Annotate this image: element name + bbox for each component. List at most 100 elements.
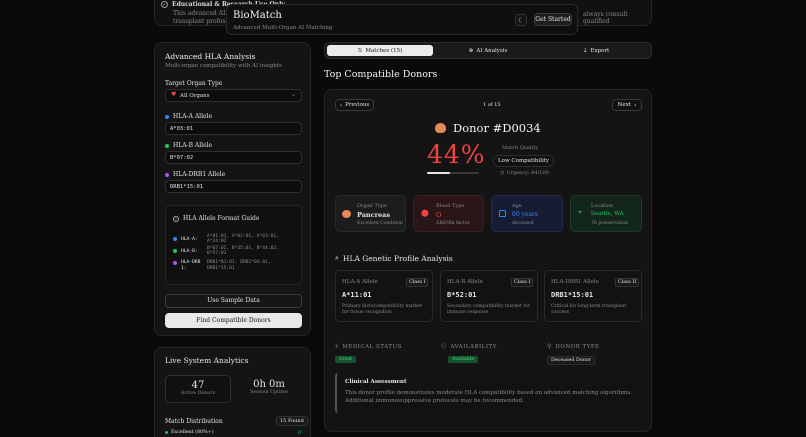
donor-type-label: DONOR TYPE xyxy=(555,343,600,350)
hla-b-value: B*07:02 xyxy=(170,155,194,161)
search-icon: ⌕ xyxy=(335,254,339,262)
info-sub: ABO/Rh factor xyxy=(436,221,470,226)
allele-desc: Secondary compatibility marker for immun… xyxy=(447,304,531,315)
panel-title: Advanced HLA Analysis xyxy=(165,52,256,61)
get-started-button[interactable]: Get Started xyxy=(534,13,572,26)
pager: 1 of 15 xyxy=(483,102,501,108)
pancreas-icon xyxy=(342,210,351,218)
active-donors-card: 47 Active Donors xyxy=(165,375,231,403)
clock-icon: ◷ xyxy=(500,170,505,176)
allele-desc: Primary histocompatibility marker for ti… xyxy=(342,304,423,315)
allele-value: DRB1*15:01 xyxy=(551,291,594,299)
tab-bar: ⇅ Matches (15) ⊛ AI Analysis ⤓ Export xyxy=(324,42,652,59)
donor-card: ‹ Previous 1 of 15 Next › Donor #D0034 4… xyxy=(324,89,652,432)
guide-row-drb1: HLA-DRB1: DRB1*01:01, DRB1*04:01, DRB1*1… xyxy=(173,260,277,272)
allele-card-drb1: HLA-DRB1 Allele Class II DRB1*15:01 Crit… xyxy=(544,270,642,322)
allele-value: A*11:01 xyxy=(342,291,372,299)
map-pin-icon: ⌖ xyxy=(578,208,582,216)
availability-label: AVAILABILITY xyxy=(450,343,497,350)
medical-status-label: MEDICAL STATUS xyxy=(342,343,402,350)
swap-icon: ⇅ xyxy=(357,47,363,54)
allele-class-badge: Class II xyxy=(615,278,640,287)
guide-key: HLA-DRB1: xyxy=(181,260,201,271)
guide-title: HLA Allele Format Guide xyxy=(183,215,260,222)
format-guide: i HLA Allele Format Guide HLA-A: A*01:01… xyxy=(165,205,302,285)
green-dot-icon xyxy=(165,431,168,434)
app-title: BioMatch xyxy=(233,10,282,21)
info-value: 60 years xyxy=(512,211,539,218)
green-dot-icon xyxy=(173,249,177,253)
tab-matches-label: Matches (15) xyxy=(365,47,403,54)
download-icon: ⤓ xyxy=(582,47,588,54)
brain-icon: ⊛ xyxy=(468,47,474,54)
allele-class-badge: Class I xyxy=(511,278,534,287)
match-quality-label: Match Quality xyxy=(502,145,539,151)
info-card-organ: Organ Type Pancreas Excellent Condition xyxy=(335,195,406,232)
organ-type-select[interactable]: ♥ All Organs ⌄ xyxy=(165,89,302,102)
info-label: Blood Type xyxy=(436,203,465,209)
guide-row-b: HLA-B: B*07:02, B*35:01, B*44:02, B*57:0… xyxy=(173,246,301,256)
tab-export-label: Export xyxy=(590,47,610,54)
blue-dot-icon xyxy=(173,237,177,241)
analytics-title: Live System Analytics xyxy=(165,356,249,365)
heart-icon: ♥ xyxy=(171,91,177,98)
info-label: Age xyxy=(512,203,522,209)
hla-a-value: A*03:01 xyxy=(170,126,194,132)
hla-a-input[interactable]: A*03:01 xyxy=(165,122,302,135)
info-value: O xyxy=(436,211,442,219)
match-percent: 44% xyxy=(427,140,486,169)
next-button[interactable]: Next › xyxy=(612,99,642,111)
allele-label: HLA-A Allele xyxy=(342,279,378,285)
info-label: Location xyxy=(591,203,613,209)
active-donors-value: 47 xyxy=(191,380,205,391)
chevron-left-icon: ‹ xyxy=(339,101,343,109)
match-progress-track xyxy=(427,172,479,174)
hla-b-input[interactable]: B*07:02 xyxy=(165,151,302,164)
urgency: Urgency: 84/100 xyxy=(506,170,549,176)
info-sub: deceased xyxy=(512,221,534,226)
hla-drb1-label: HLA-DRB1 Allele xyxy=(173,171,226,178)
allele-label: HLA-B Allele xyxy=(447,279,483,285)
app-subtitle: Advanced Multi-Organ AI Matching xyxy=(233,25,333,31)
match-dist-title: Match Distribution xyxy=(165,418,223,425)
excellent-label: Excellent (80%+) xyxy=(171,430,214,435)
users-icon: ⚇ xyxy=(441,343,447,350)
purple-dot-icon xyxy=(173,261,177,265)
match-progress-fill xyxy=(427,172,450,174)
tab-ai-analysis-label: AI Analysis xyxy=(476,47,508,54)
chevron-down-icon: ⌄ xyxy=(290,91,296,98)
tab-matches[interactable]: ⇅ Matches (15) xyxy=(327,45,433,56)
droplet-icon: ⬤ xyxy=(421,209,429,217)
pancreas-icon xyxy=(435,123,446,133)
stethoscope-icon: ⚕ xyxy=(335,343,339,350)
purple-dot-icon xyxy=(165,172,169,177)
calendar-icon xyxy=(499,210,506,217)
info-label: Organ Type xyxy=(357,203,387,209)
info-sub: Excellent Condition xyxy=(357,221,403,226)
moon-icon: ☾ xyxy=(518,16,524,24)
hla-drb1-input[interactable]: DRB1*15:01 xyxy=(165,180,302,193)
use-sample-data-button[interactable]: Use Sample Data xyxy=(165,294,302,308)
donor-type-badge: Deceased Donor xyxy=(547,356,595,365)
tab-export[interactable]: ⤓ Export xyxy=(543,45,649,56)
hla-b-label: HLA-B Allele xyxy=(173,142,213,149)
uptime-value: 0h 0m xyxy=(253,379,285,390)
chevron-right-icon: › xyxy=(633,101,637,109)
hla-drb1-value: DRB1*15:01 xyxy=(170,184,204,190)
theme-toggle-button[interactable]: ☾ xyxy=(515,14,527,26)
allele-card-a: HLA-A Allele Class I A*11:01 Primary his… xyxy=(335,270,433,322)
previous-button[interactable]: ‹ Previous xyxy=(335,99,374,111)
genetic-title: HLA Genetic Profile Analysis xyxy=(342,254,453,263)
hla-a-label: HLA-A Allele xyxy=(173,113,213,120)
clinical-assessment: Clinical Assessment This donor profile d… xyxy=(335,373,642,413)
info-value: Pancreas xyxy=(357,211,391,219)
guide-values: DRB1*01:01, DRB1*04:01, DRB1*15:01 xyxy=(207,260,271,271)
allele-label: HLA-DRB1 Allele xyxy=(551,279,599,285)
tab-ai-analysis[interactable]: ⊛ AI Analysis xyxy=(435,45,541,56)
medical-status-badge: Good xyxy=(335,356,356,363)
info-value: Seattle, WA xyxy=(591,211,624,217)
find-donors-button[interactable]: Find Compatible Donors xyxy=(165,313,302,328)
user-icon: ⚲ xyxy=(547,343,552,350)
next-label: Next xyxy=(617,102,631,108)
section-title: Top Compatible Donors xyxy=(324,69,438,80)
